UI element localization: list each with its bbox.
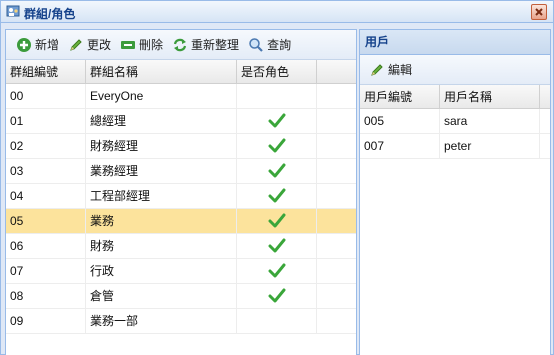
table-row[interactable]: 05 業務 <box>6 209 356 234</box>
group-name-cell: 財務 <box>86 234 237 258</box>
group-id-cell: 09 <box>6 309 86 333</box>
delete-button-label: 刪除 <box>139 38 164 52</box>
is-role-cell <box>237 84 317 108</box>
refresh-button-label: 重新整理 <box>191 38 240 52</box>
groups-panel: 新增 更改 刪除 重新整理 查詢 群組編號 群組名稱 是否角色 00 Every… <box>5 29 357 355</box>
group-id-cell: 04 <box>6 184 86 208</box>
group-name-cell: EveryOne <box>86 84 237 108</box>
table-row[interactable]: 06 財務 <box>6 234 356 259</box>
is-role-cell <box>237 134 317 158</box>
checkmark-icon <box>268 188 285 203</box>
is-role-cell <box>237 209 317 233</box>
group-name-cell: 業務 <box>86 209 237 233</box>
groups-grid-body: 00 EveryOne 01 總經理 02 財務經理 03 業務經理 04 工程部經理 05 業務 06… <box>6 84 356 334</box>
table-row[interactable]: 007 peter <box>360 134 550 159</box>
table-row[interactable]: 09 業務一部 <box>6 309 356 334</box>
group-name-cell: 倉管 <box>86 284 237 308</box>
checkmark-icon <box>268 138 285 153</box>
table-row[interactable]: 08 倉管 <box>6 284 356 309</box>
checkmark-icon <box>268 163 285 178</box>
users-panel: 用戶 編輯 用戶編號 用戶名稱 005 sara 007 peter <box>359 29 551 355</box>
group-id-cell: 01 <box>6 109 86 133</box>
pencil-icon <box>68 37 84 53</box>
search-button[interactable]: 查詢 <box>244 34 295 56</box>
pencil-icon <box>369 62 385 78</box>
user-id-cell: 007 <box>360 134 440 158</box>
group-id-cell: 03 <box>6 159 86 183</box>
edit-button[interactable]: 更改 <box>64 34 115 56</box>
checkmark-icon <box>268 213 285 228</box>
close-icon <box>535 8 543 16</box>
checkmark-icon <box>268 238 285 253</box>
is-role-cell <box>237 309 317 333</box>
is-role-cell <box>237 184 317 208</box>
table-row[interactable]: 02 財務經理 <box>6 134 356 159</box>
edit-button-label: 更改 <box>87 38 112 52</box>
delete-button[interactable]: 刪除 <box>116 34 167 56</box>
group-id-cell: 02 <box>6 134 86 158</box>
checkmark-icon <box>268 113 285 128</box>
groups-toolbar: 新增 更改 刪除 重新整理 查詢 <box>6 30 356 60</box>
user-name-cell: peter <box>440 134 540 158</box>
is-role-cell <box>237 234 317 258</box>
checkmark-icon <box>268 263 285 278</box>
search-icon <box>248 37 264 53</box>
group-id-cell: 00 <box>6 84 86 108</box>
col-header-is-role[interactable]: 是否角色 <box>237 60 317 83</box>
window-titlebar[interactable]: 群組/角色 <box>1 1 553 23</box>
group-name-cell: 財務經理 <box>86 134 237 158</box>
group-role-window: 群組/角色 新增 更改 刪除 重新整理 查詢 群組編號 群組名稱 是否角色 00… <box>0 0 554 355</box>
remove-icon <box>120 37 136 53</box>
is-role-cell <box>237 284 317 308</box>
is-role-cell <box>237 259 317 283</box>
user-name-cell: sara <box>440 109 540 133</box>
table-row[interactable]: 005 sara <box>360 109 550 134</box>
table-row[interactable]: 00 EveryOne <box>6 84 356 109</box>
users-grid-body: 005 sara 007 peter <box>360 109 550 159</box>
edit-users-button[interactable]: 編輯 <box>365 59 416 81</box>
col-header-group-name[interactable]: 群組名稱 <box>86 60 237 83</box>
is-role-cell <box>237 109 317 133</box>
group-name-cell: 業務經理 <box>86 159 237 183</box>
users-panel-title: 用戶 <box>360 30 550 55</box>
group-name-cell: 行政 <box>86 259 237 283</box>
window-title: 群組/角色 <box>24 7 76 21</box>
add-icon <box>16 37 32 53</box>
close-button[interactable] <box>531 4 547 20</box>
group-name-cell: 總經理 <box>86 109 237 133</box>
refresh-icon <box>172 37 188 53</box>
users-toolbar: 編輯 <box>360 55 550 85</box>
col-header-spacer <box>540 85 550 108</box>
col-header-user-id[interactable]: 用戶編號 <box>360 85 440 108</box>
table-row[interactable]: 03 業務經理 <box>6 159 356 184</box>
app-window-icon <box>6 4 21 19</box>
group-id-cell: 08 <box>6 284 86 308</box>
add-button-label: 新增 <box>35 38 60 52</box>
is-role-cell <box>237 159 317 183</box>
group-id-cell: 06 <box>6 234 86 258</box>
group-id-cell: 05 <box>6 209 86 233</box>
checkmark-icon <box>268 288 285 303</box>
col-header-group-id[interactable]: 群組編號 <box>6 60 86 83</box>
groups-grid-header: 群組編號 群組名稱 是否角色 <box>6 60 356 84</box>
table-row[interactable]: 04 工程部經理 <box>6 184 356 209</box>
search-button-label: 查詢 <box>267 38 292 52</box>
users-grid-header: 用戶編號 用戶名稱 <box>360 85 550 109</box>
group-id-cell: 07 <box>6 259 86 283</box>
table-row[interactable]: 01 總經理 <box>6 109 356 134</box>
refresh-button[interactable]: 重新整理 <box>168 34 243 56</box>
group-name-cell: 業務一部 <box>86 309 237 333</box>
edit-users-button-label: 編輯 <box>388 63 413 77</box>
group-name-cell: 工程部經理 <box>86 184 237 208</box>
add-button[interactable]: 新增 <box>12 34 63 56</box>
user-id-cell: 005 <box>360 109 440 133</box>
col-header-user-name[interactable]: 用戶名稱 <box>440 85 540 108</box>
table-row[interactable]: 07 行政 <box>6 259 356 284</box>
